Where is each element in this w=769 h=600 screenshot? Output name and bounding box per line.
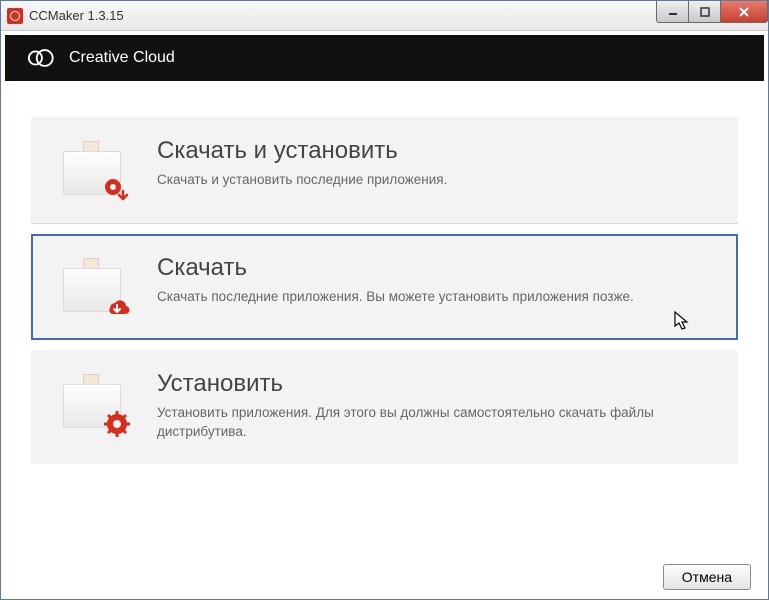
cancel-button[interactable]: Отмена xyxy=(663,564,751,590)
creative-cloud-icon xyxy=(27,48,55,68)
option-download-install[interactable]: Скачать и установить Скачать и установит… xyxy=(31,117,738,224)
box-icon xyxy=(57,374,127,434)
app-icon xyxy=(7,8,23,24)
gear-download-icon xyxy=(103,177,131,205)
option-desc: Установить приложения. Для этого вы долж… xyxy=(157,404,712,442)
minimize-button[interactable] xyxy=(656,1,688,23)
option-title: Скачать xyxy=(157,254,634,282)
option-title: Скачать и установить xyxy=(157,137,447,165)
maximize-button[interactable] xyxy=(688,1,720,23)
header-title: Creative Cloud xyxy=(69,49,175,67)
window-controls xyxy=(656,1,768,23)
close-button[interactable] xyxy=(720,1,768,23)
cloud-download-icon xyxy=(103,294,131,322)
option-download[interactable]: Скачать Скачать последние приложения. Вы… xyxy=(31,234,738,340)
options-list: Скачать и установить Скачать и установит… xyxy=(1,81,768,464)
footer: Отмена xyxy=(663,564,751,590)
option-desc: Скачать последние приложения. Вы можете … xyxy=(157,288,634,307)
gear-icon xyxy=(103,410,131,438)
option-install[interactable]: Установить Установить приложения. Для эт… xyxy=(31,350,738,464)
box-icon xyxy=(57,258,127,318)
option-desc: Скачать и установить последние приложени… xyxy=(157,171,447,190)
header: Creative Cloud xyxy=(5,35,764,81)
option-title: Установить xyxy=(157,370,712,398)
titlebar: CCMaker 1.3.15 xyxy=(1,1,768,31)
window-title: CCMaker 1.3.15 xyxy=(29,8,124,23)
box-icon xyxy=(57,141,127,201)
